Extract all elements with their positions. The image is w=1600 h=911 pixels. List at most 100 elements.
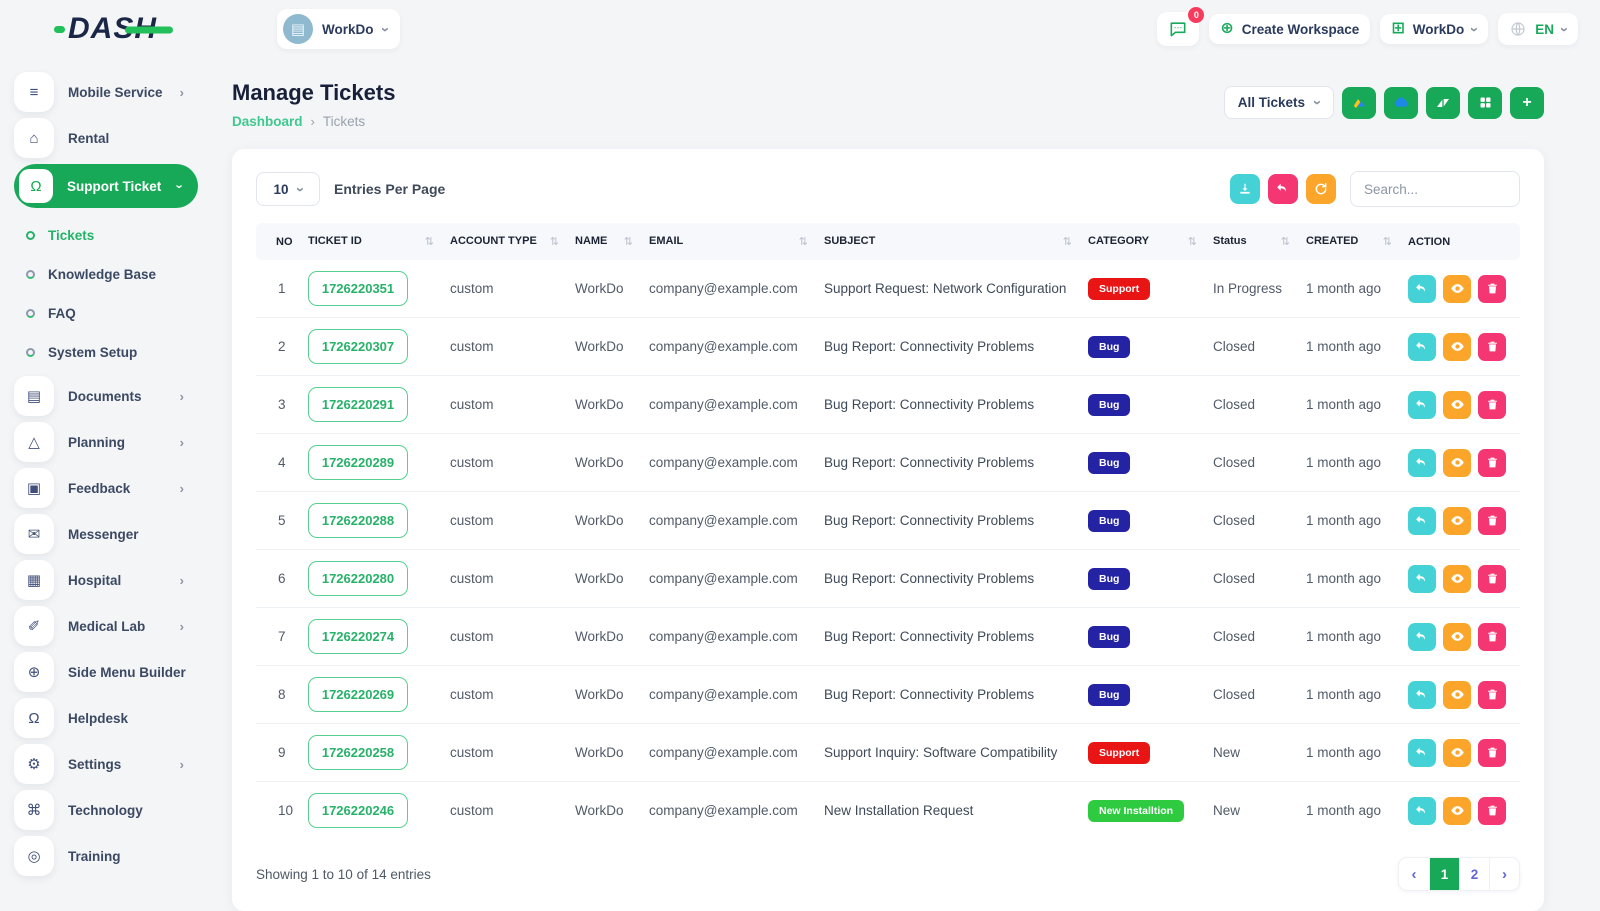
reply-button[interactable] [1408, 275, 1436, 303]
sidebar-subitem-tickets[interactable]: Tickets [26, 216, 198, 255]
page-button-1[interactable]: 1 [1429, 858, 1459, 890]
sidebar-item-mobile-service[interactable]: ≡Mobile Service› [14, 72, 198, 112]
breadcrumb: Dashboard › Tickets [232, 114, 395, 129]
language-selector[interactable]: EN › [1498, 13, 1578, 45]
view-button[interactable] [1443, 391, 1471, 419]
sidebar-item-side-menu-builder[interactable]: ⊕Side Menu Builder [14, 652, 198, 692]
ticket-filter-dropdown[interactable]: All Tickets › [1224, 86, 1334, 119]
ticket-row: 61726220280customWorkDocompany@example.c… [256, 550, 1520, 608]
cell-no: 1 [256, 260, 300, 318]
next-page-button[interactable]: › [1489, 858, 1519, 890]
sidebar-item-messenger[interactable]: ✉Messenger [14, 514, 198, 554]
ticket-id-button[interactable]: 1726220246 [308, 793, 408, 828]
sidebar-subitem-system-setup[interactable]: System Setup [26, 333, 198, 372]
reply-button[interactable] [1408, 507, 1436, 535]
ticket-id-button[interactable]: 1726220288 [308, 503, 408, 538]
messages-button[interactable]: 0 [1157, 12, 1199, 46]
column-header-created[interactable]: CREATED⇅ [1298, 223, 1400, 260]
create-workspace-button[interactable]: ⊕ Create Workspace [1209, 14, 1370, 44]
sidebar-item-feedback[interactable]: ▣Feedback› [14, 468, 198, 508]
delete-button[interactable] [1478, 681, 1506, 709]
add-ticket-button[interactable]: + [1510, 87, 1544, 119]
delete-button[interactable] [1478, 275, 1506, 303]
ticket-id-button[interactable]: 1726220289 [308, 445, 408, 480]
sidebar-item-medical-lab[interactable]: ✐Medical Lab› [14, 606, 198, 646]
view-button[interactable] [1443, 275, 1471, 303]
refresh-button[interactable] [1306, 174, 1336, 204]
reset-button[interactable] [1268, 174, 1298, 204]
sidebar-item-training[interactable]: ◎Training [14, 836, 198, 876]
delete-button[interactable] [1478, 623, 1506, 651]
delete-button[interactable] [1478, 333, 1506, 361]
ticket-id-button[interactable]: 1726220351 [308, 271, 408, 306]
sidebar-item-technology[interactable]: ⌘Technology [14, 790, 198, 830]
sidebar-item-planning[interactable]: △Planning› [14, 422, 198, 462]
reply-button[interactable] [1408, 623, 1436, 651]
cell-category: Bug [1080, 550, 1205, 608]
reply-button[interactable] [1408, 565, 1436, 593]
onedrive-button[interactable] [1384, 87, 1418, 119]
view-button[interactable] [1443, 565, 1471, 593]
entries-per-page-select[interactable]: 10 › [256, 172, 320, 206]
view-button[interactable] [1443, 507, 1471, 535]
ticket-id-button[interactable]: 1726220307 [308, 329, 408, 364]
search-input[interactable] [1350, 171, 1520, 207]
column-header-subject[interactable]: SUBJECT⇅ [816, 223, 1080, 260]
sidebar-item-support-ticket[interactable]: ΩSupport Ticket› [14, 164, 198, 208]
reply-button[interactable] [1408, 333, 1436, 361]
grid-view-button[interactable] [1468, 87, 1502, 119]
cell-category: Bug [1080, 376, 1205, 434]
chevron-right-icon: › [180, 758, 184, 771]
column-header-status[interactable]: Status⇅ [1205, 223, 1298, 260]
view-button[interactable] [1443, 333, 1471, 361]
reply-button[interactable] [1408, 797, 1436, 825]
sidebar-item-settings[interactable]: ⚙Settings› [14, 744, 198, 784]
google-drive-button[interactable] [1342, 87, 1376, 119]
ticket-id-button[interactable]: 1726220291 [308, 387, 408, 422]
column-header-name[interactable]: NAME⇅ [567, 223, 641, 260]
ticket-id-button[interactable]: 1726220269 [308, 677, 408, 712]
column-header-ticket-id[interactable]: TICKET ID⇅ [300, 223, 442, 260]
chevron-right-icon: › [180, 482, 184, 495]
sidebar-subitem-faq[interactable]: FAQ [26, 294, 198, 333]
cell-created: 1 month ago [1298, 260, 1400, 318]
sidebar-item-rental[interactable]: ⌂Rental [14, 118, 198, 158]
delete-button[interactable] [1478, 449, 1506, 477]
row-action-buttons [1408, 565, 1512, 593]
sidebar-subitem-knowledge-base[interactable]: Knowledge Base [26, 255, 198, 294]
sidebar-item-hospital[interactable]: ▦Hospital› [14, 560, 198, 600]
sidebar-item-documents[interactable]: ▤Documents› [14, 376, 198, 416]
delete-button[interactable] [1478, 565, 1506, 593]
delete-button[interactable] [1478, 507, 1506, 535]
column-header-account-type[interactable]: ACCOUNT TYPE⇅ [442, 223, 567, 260]
reply-button[interactable] [1408, 449, 1436, 477]
export-button[interactable] [1230, 174, 1260, 204]
apps-menu-button[interactable]: ⊞ WorkDo › [1380, 14, 1488, 44]
page-button-2[interactable]: 2 [1459, 858, 1489, 890]
sort-icon: ⇅ [1281, 235, 1290, 248]
previous-page-button[interactable]: ‹ [1399, 858, 1429, 890]
view-button[interactable] [1443, 797, 1471, 825]
reply-button[interactable] [1408, 739, 1436, 767]
view-button[interactable] [1443, 739, 1471, 767]
reply-button[interactable] [1408, 391, 1436, 419]
cell-name: WorkDo [567, 608, 641, 666]
ticket-id-button[interactable]: 1726220280 [308, 561, 408, 596]
workspace-selector[interactable]: ▤ WorkDo › [277, 9, 400, 49]
delete-button[interactable] [1478, 797, 1506, 825]
delete-button[interactable] [1478, 391, 1506, 419]
zendesk-button[interactable] [1426, 87, 1460, 119]
view-button[interactable] [1443, 681, 1471, 709]
sidebar-item-helpdesk[interactable]: ΩHelpdesk [14, 698, 198, 738]
breadcrumb-dashboard-link[interactable]: Dashboard [232, 114, 303, 129]
column-header-category[interactable]: CATEGORY⇅ [1080, 223, 1205, 260]
view-button[interactable] [1443, 449, 1471, 477]
ticket-id-button[interactable]: 1726220258 [308, 735, 408, 770]
ticket-id-button[interactable]: 1726220274 [308, 619, 408, 654]
category-badge: Support [1088, 742, 1150, 764]
view-button[interactable] [1443, 623, 1471, 651]
delete-button[interactable] [1478, 739, 1506, 767]
row-action-buttons [1408, 449, 1512, 477]
reply-button[interactable] [1408, 681, 1436, 709]
column-header-email[interactable]: EMAIL⇅ [641, 223, 816, 260]
